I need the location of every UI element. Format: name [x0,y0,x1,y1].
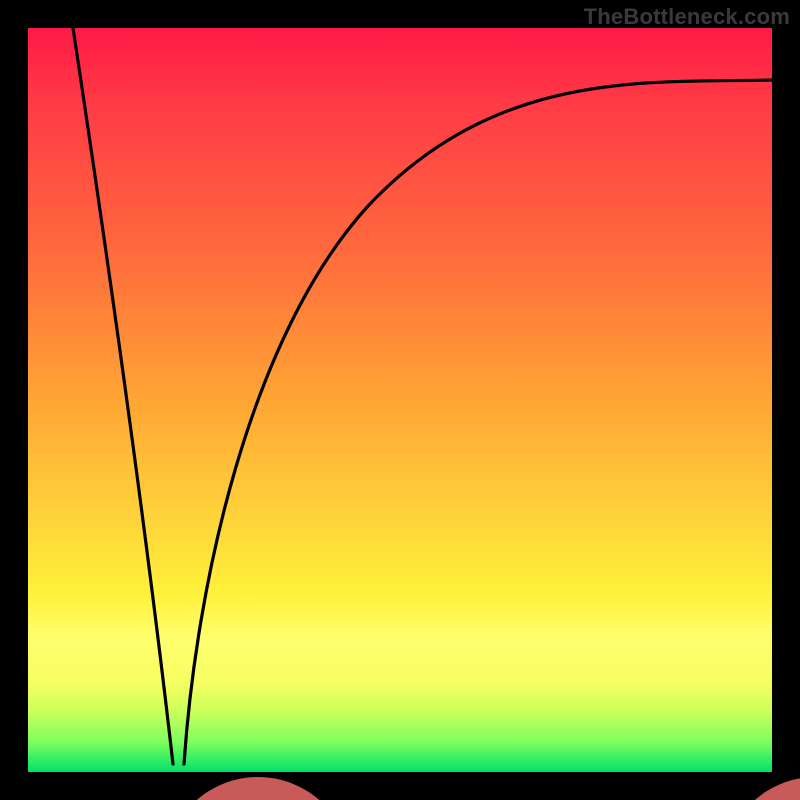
watermark-text: TheBottleneck.com [584,4,790,30]
plot-area [28,28,772,772]
curve-left-branch [73,28,173,764]
chart-frame: TheBottleneck.com [0,0,800,800]
curves-layer [28,28,772,772]
curve-right-branch [184,80,772,764]
